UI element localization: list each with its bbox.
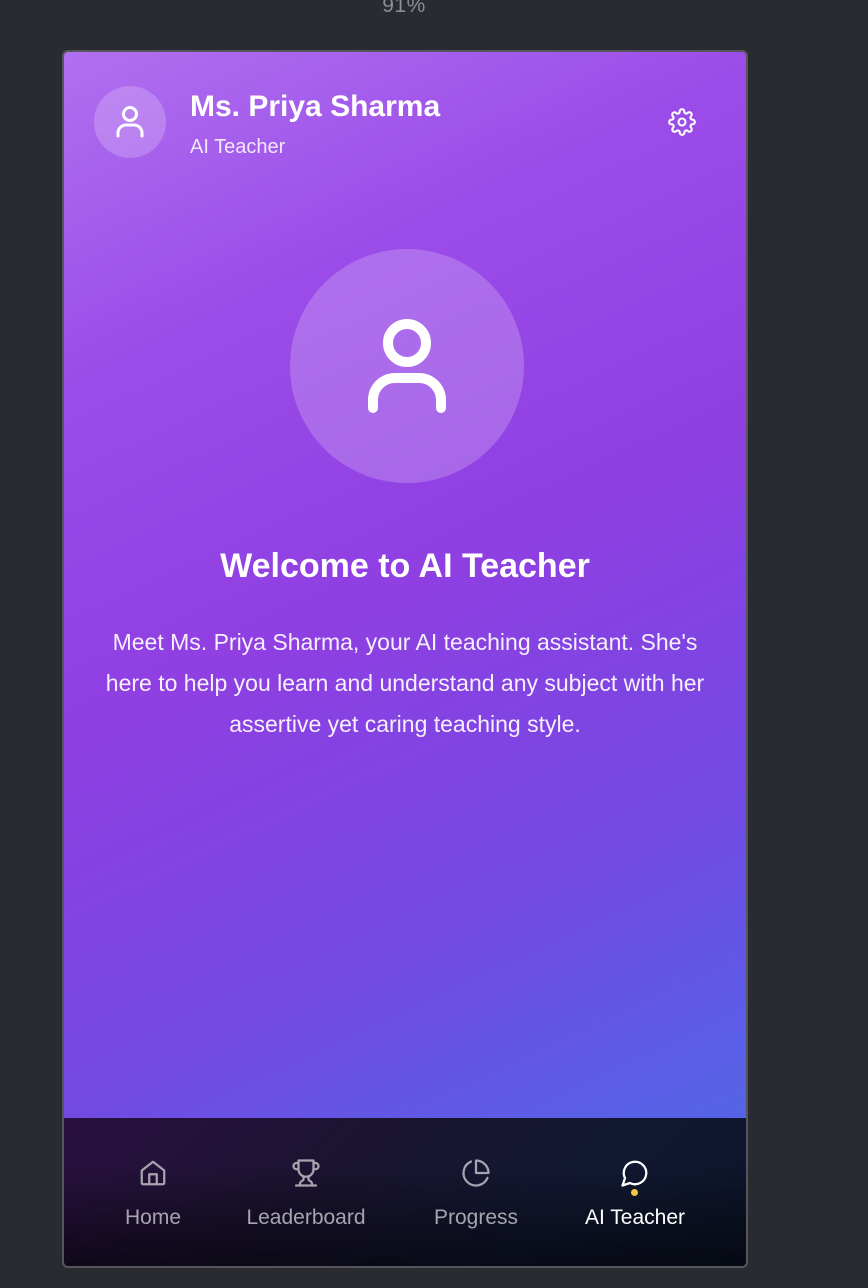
active-indicator-dot: [631, 1189, 638, 1196]
chat-bubble-icon: [621, 1160, 648, 1187]
welcome-description: Meet Ms. Priya Sharma, your AI teaching …: [105, 629, 705, 737]
nav-item-ai-teacher[interactable]: AI Teacher: [560, 1158, 710, 1238]
hero-avatar: [290, 249, 524, 483]
bottom-navigation: Home Leaderboard Progress AI Teacher: [64, 1118, 746, 1266]
user-icon: [368, 319, 446, 413]
nav-label-ai-teacher: AI Teacher: [584, 1206, 685, 1229]
gear-icon: [668, 108, 696, 136]
welcome-title: Welcome to AI Teacher: [220, 547, 590, 585]
pie-chart-icon: [462, 1159, 490, 1187]
trophy-icon: [292, 1159, 320, 1187]
app-window: Ms. Priya Sharma AI Teacher Welcome to A…: [62, 50, 748, 1268]
nav-label-home: Home: [124, 1206, 182, 1229]
header: Ms. Priya Sharma AI Teacher: [64, 52, 746, 192]
nav-label-leaderboard: Leaderboard: [246, 1206, 366, 1229]
settings-button[interactable]: [664, 104, 700, 140]
nav-label-progress: Progress: [433, 1206, 519, 1229]
nav-item-home[interactable]: Home: [78, 1158, 228, 1238]
home-icon: [140, 1160, 166, 1186]
zoom-level: 91%: [382, 0, 426, 17]
nav-item-progress[interactable]: Progress: [401, 1158, 551, 1238]
teacher-name: Ms. Priya Sharma: [190, 90, 441, 123]
user-icon: [116, 106, 144, 138]
teacher-avatar: [94, 86, 166, 158]
teacher-role: AI Teacher: [190, 136, 286, 158]
nav-item-leaderboard[interactable]: Leaderboard: [231, 1158, 381, 1238]
